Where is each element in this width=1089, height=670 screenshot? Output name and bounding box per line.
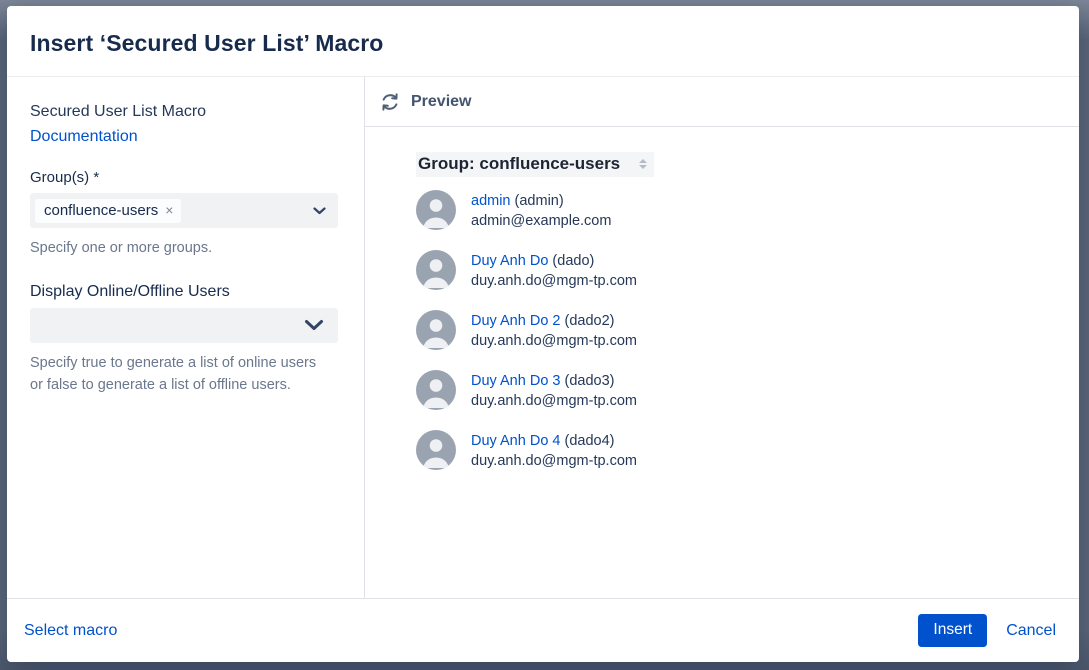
- user-username: (admin): [515, 193, 564, 209]
- user-name-link[interactable]: Duy Anh Do: [471, 253, 548, 269]
- preview-panel: Preview Group: confluence-users admin (a…: [365, 77, 1079, 598]
- preview-title: Preview: [411, 93, 471, 111]
- user-list-item: Duy Anh Do (dado) duy.anh.do@mgm-tp.com: [416, 250, 1079, 290]
- user-email: duy.anh.do@mgm-tp.com: [471, 391, 637, 411]
- dialog-footer: Select macro Insert Cancel: [7, 598, 1079, 662]
- macro-name-label: Secured User List Macro: [30, 103, 344, 121]
- group-tag: confluence-users ×: [35, 199, 181, 223]
- user-avatar-icon: [416, 430, 456, 470]
- chevron-down-icon: [304, 319, 324, 331]
- user-username: (dado): [552, 253, 594, 269]
- insert-button[interactable]: Insert: [918, 614, 987, 647]
- user-email: duy.anh.do@mgm-tp.com: [471, 451, 637, 471]
- user-name-link[interactable]: Duy Anh Do 2: [471, 313, 560, 329]
- group-heading: Group: confluence-users: [416, 152, 654, 177]
- cancel-button[interactable]: Cancel: [1006, 622, 1056, 640]
- groups-multiselect[interactable]: confluence-users ×: [30, 193, 338, 228]
- online-offline-select[interactable]: [30, 308, 338, 343]
- group-heading-label: Group: confluence-users: [418, 154, 620, 174]
- user-username: (dado3): [565, 373, 615, 389]
- user-username: (dado2): [565, 313, 615, 329]
- user-list-item: Duy Anh Do 4 (dado4) duy.anh.do@mgm-tp.c…: [416, 430, 1079, 470]
- sort-icon[interactable]: [639, 159, 649, 169]
- chevron-down-icon: [313, 207, 326, 215]
- dialog-body: Secured User List Macro Documentation Gr…: [7, 77, 1079, 598]
- preview-header: Preview: [365, 77, 1079, 127]
- online-field-label: Display Online/Offline Users: [30, 283, 344, 301]
- user-name-link[interactable]: admin: [471, 193, 511, 209]
- preview-content: Group: confluence-users admin (admin) ad…: [365, 127, 1079, 598]
- user-list-item: admin (admin) admin@example.com: [416, 190, 1079, 230]
- user-email: duy.anh.do@mgm-tp.com: [471, 331, 637, 351]
- macro-form-panel: Secured User List Macro Documentation Gr…: [7, 77, 365, 598]
- user-avatar-icon: [416, 190, 456, 230]
- user-avatar-icon: [416, 250, 456, 290]
- group-tag-label: confluence-users: [44, 202, 158, 219]
- select-macro-link[interactable]: Select macro: [24, 622, 117, 640]
- user-name-link[interactable]: Duy Anh Do 3: [471, 373, 560, 389]
- user-list: admin (admin) admin@example.com Duy Anh …: [416, 190, 1079, 470]
- user-name-link[interactable]: Duy Anh Do 4: [471, 433, 560, 449]
- user-list-item: Duy Anh Do 3 (dado3) duy.anh.do@mgm-tp.c…: [416, 370, 1079, 410]
- user-email: admin@example.com: [471, 211, 611, 231]
- groups-field-label: Group(s) *: [30, 169, 344, 186]
- user-list-item: Duy Anh Do 2 (dado2) duy.anh.do@mgm-tp.c…: [416, 310, 1079, 350]
- online-field-helper: Specify true to generate a list of onlin…: [30, 353, 332, 397]
- user-email: duy.anh.do@mgm-tp.com: [471, 271, 637, 291]
- refresh-icon[interactable]: [380, 92, 400, 112]
- user-avatar-icon: [416, 310, 456, 350]
- insert-macro-dialog: Insert ‘Secured User List’ Macro Secured…: [7, 6, 1079, 662]
- groups-field-helper: Specify one or more groups.: [30, 238, 332, 260]
- dialog-title: Insert ‘Secured User List’ Macro: [30, 30, 383, 57]
- remove-tag-icon[interactable]: ×: [165, 203, 173, 217]
- user-avatar-icon: [416, 370, 456, 410]
- user-username: (dado4): [565, 433, 615, 449]
- documentation-link[interactable]: Documentation: [30, 128, 138, 146]
- dialog-header: Insert ‘Secured User List’ Macro: [7, 6, 1079, 77]
